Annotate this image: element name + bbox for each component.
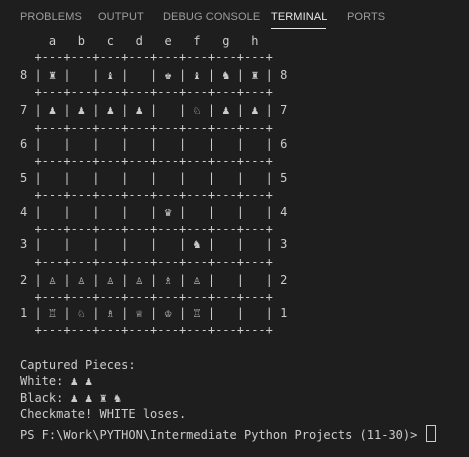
board-rank-6: 6 | | | | | | | | | 6 xyxy=(20,137,288,151)
board-border: +---+---+---+---+---+---+---+---+ xyxy=(20,121,273,135)
board-rank-8: 8 | ♜ | | ♝ | | ♚ | ♝ | ♞ | ♜ | 8 xyxy=(20,68,288,82)
result-message: Checkmate! WHITE loses. xyxy=(20,407,187,421)
captured-black: Black: ♟ ♟ ♜ ♞ xyxy=(20,391,122,405)
captured-white: White: ♟ ♟ xyxy=(20,374,93,388)
board-border: +---+---+---+---+---+---+---+---+ xyxy=(20,255,273,269)
prompt-line[interactable]: PS F:\Work\PYTHON\Intermediate Python Pr… xyxy=(20,425,436,442)
board-rank-5: 5 | | | | | | | | | 5 xyxy=(20,171,288,185)
board-file-header: a b c d e f g h xyxy=(20,34,259,48)
prompt-text: PS F:\Work\PYTHON\Intermediate Python Pr… xyxy=(20,428,425,442)
board-border: +---+---+---+---+---+---+---+---+ xyxy=(20,290,273,304)
terminal-output[interactable]: a b c d e f g h +---+---+---+---+---+---… xyxy=(0,34,469,457)
board-rank-3: 3 | | | | | | ♞ | | | 3 xyxy=(20,237,288,251)
board-rank-1: 1 | ♖ | ♘ | ♗ | ♕ | ♔ | ♖ | | | 1 xyxy=(20,306,288,320)
tab-ports[interactable]: PORTS xyxy=(347,11,385,23)
board-border: +---+---+---+---+---+---+---+---+ xyxy=(20,154,273,168)
active-tab-indicator xyxy=(271,28,326,29)
board-rank-7: 7 | ♟ | ♟ | ♟ | ♟ | | ♘ | ♟ | ♟ | 7 xyxy=(20,103,288,117)
captured-title: Captured Pieces: xyxy=(20,358,136,372)
terminal-cursor xyxy=(425,425,436,442)
board-rank-2: 2 | ♙ | ♙ | ♙ | ♙ | ♗ | ♙ | | | 2 xyxy=(20,273,288,287)
board-border: +---+---+---+---+---+---+---+---+ xyxy=(20,50,273,64)
board-border: +---+---+---+---+---+---+---+---+ xyxy=(20,85,273,99)
board-rank-4: 4 | | | | | ♛ | | | | 4 xyxy=(20,205,288,219)
tab-terminal[interactable]: TERMINAL xyxy=(271,11,327,23)
tab-problems[interactable]: PROBLEMS xyxy=(20,11,82,23)
board-border: +---+---+---+---+---+---+---+---+ xyxy=(20,323,273,337)
board-border: +---+---+---+---+---+---+---+---+ xyxy=(20,222,273,236)
tab-debug-console[interactable]: DEBUG CONSOLE xyxy=(163,11,260,23)
panel-tab-bar: PROBLEMS OUTPUT DEBUG CONSOLE TERMINAL P… xyxy=(0,0,469,34)
tab-output[interactable]: OUTPUT xyxy=(98,11,144,23)
board-border: +---+---+---+---+---+---+---+---+ xyxy=(20,188,273,202)
